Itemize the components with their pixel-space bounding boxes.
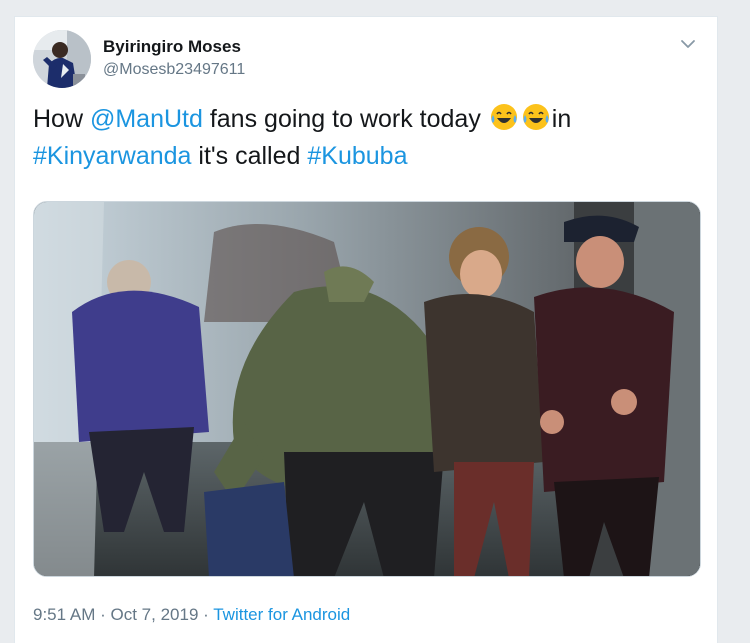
display-name[interactable]: Byiringiro Moses <box>103 37 241 57</box>
tweet-text: How @ManUtd fans going to work today in #… <box>33 101 693 175</box>
meta-separator: · <box>100 605 106 624</box>
tweet-media-photo[interactable] <box>33 201 701 577</box>
tweet-card: Byiringiro Moses @Mosesb23497611 How @Ma… <box>14 16 718 643</box>
avatar[interactable] <box>33 30 91 88</box>
chevron-down-icon[interactable] <box>677 33 699 55</box>
meta-separator: · <box>203 605 209 624</box>
username-handle[interactable]: @Mosesb23497611 <box>103 61 245 79</box>
photo-people-running <box>34 202 700 576</box>
tweet-text-segment: in <box>551 105 572 133</box>
tweet-source-link[interactable]: Twitter for Android <box>213 605 350 624</box>
avatar-photo <box>33 30 91 88</box>
tweet-time[interactable]: 9:51 AM <box>33 605 95 624</box>
tweet-text-segment: it's called <box>191 142 308 170</box>
tweet-text-segment: How <box>33 105 90 133</box>
hashtag-link[interactable]: #Kububa <box>307 142 407 170</box>
mention-link[interactable]: @ManUtd <box>90 105 203 133</box>
tweet-timestamp-row: 9:51 AM · Oct 7, 2019 · Twitter for Andr… <box>33 605 350 625</box>
tweet-text-segment: fans going to work today <box>202 105 488 133</box>
tweet-date[interactable]: Oct 7, 2019 <box>111 605 199 624</box>
face-with-tears-of-joy-icon <box>521 102 551 132</box>
hashtag-link[interactable]: #Kinyarwanda <box>33 142 191 170</box>
face-with-tears-of-joy-icon <box>489 102 519 132</box>
